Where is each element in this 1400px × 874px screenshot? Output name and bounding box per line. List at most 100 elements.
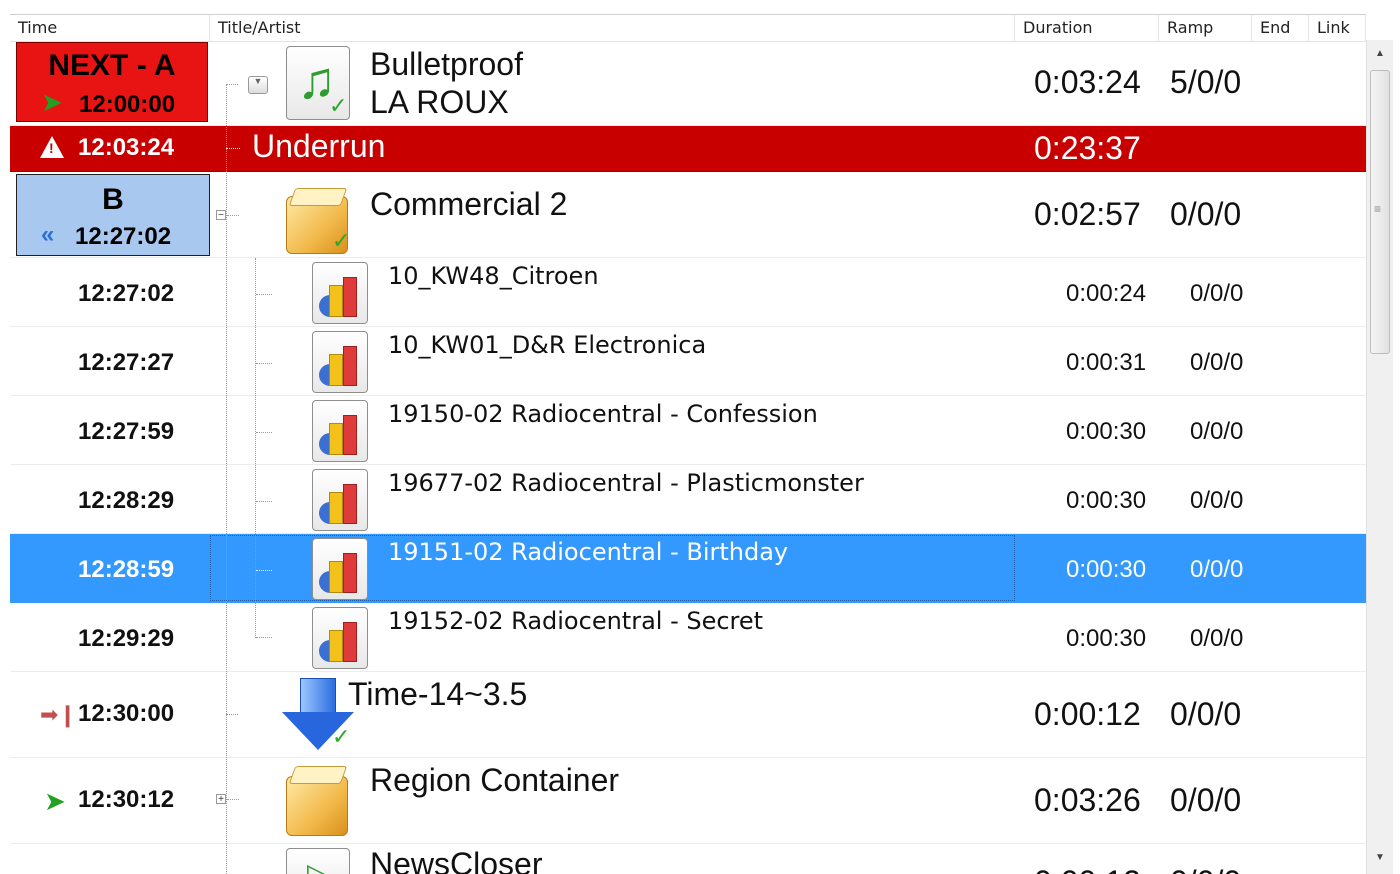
item-ramp: 0/0/0 [1190,556,1244,583]
list-item[interactable]: ▷ NewsCloser 0:00:12 0/0/0 [10,844,1366,874]
row-time: 12:03:24 [78,134,175,161]
row-time: 12:28:29 [78,487,175,514]
column-end[interactable]: End [1252,15,1309,41]
collapse-button[interactable]: ▼ [248,76,268,94]
marker-arrow-icon: ➡❙ [40,702,77,727]
row-time: 12:28:59 [78,556,175,583]
item-ramp: 0/0/0 [1190,487,1244,514]
commercial-icon [312,538,368,600]
table-row-selected[interactable]: 12:28:59 19151-02 Radiocentral - Birthda… [10,534,1366,603]
chevron-down-icon: ▼ [253,76,263,86]
table-row[interactable]: 12:27:59 19150-02 Radiocentral - Confess… [10,396,1366,465]
table-row[interactable]: 12:28:29 19677-02 Radiocentral - Plastic… [10,465,1366,534]
item-ramp: 0/0/0 [1190,418,1244,445]
list-item[interactable]: NEXT - A ➤ 12:00:00 ▼ ♫ ✓ Bulletproof LA… [10,40,1366,126]
column-header: Time Title/Artist Duration Ramp End Link [10,14,1366,42]
vertical-scrollbar[interactable]: ▲ ≡ ▼ [1366,40,1393,874]
item-title: 19152-02 Radiocentral - Secret [388,607,764,635]
scroll-down-icon[interactable]: ▼ [1375,852,1385,863]
next-badge: NEXT - A ➤ 12:00:00 [16,42,208,122]
item-duration: 0:00:30 [1066,418,1147,445]
row-time: 12:30:00 [78,700,175,727]
column-link[interactable]: Link [1309,15,1366,41]
grip-icon: ≡ [1374,202,1382,216]
item-ramp: 0/0/0 [1170,782,1242,818]
underrun-row[interactable]: ! 12:03:24 Underrun 0:23:37 [10,126,1366,172]
item-duration: 0:03:24 [1034,64,1141,100]
commercial-icon [312,469,368,531]
scroll-up-icon[interactable]: ▲ [1375,48,1385,59]
check-icon: ✓ [329,93,348,118]
item-ramp: 0/0/0 [1190,280,1244,307]
item-title: Bulletproof [370,46,523,82]
item-duration: 0:00:12 [1034,864,1141,874]
item-duration: 0:00:30 [1066,487,1147,514]
item-ramp: 0/0/0 [1190,349,1244,376]
playlist-grid: Time Title/Artist Duration Ramp End Link… [0,0,1400,874]
down-arrow-icon: ✓ [282,676,358,754]
list-item[interactable]: ➡❙ 12:30:00 ✓ Time-14~3.5 0:00:12 0/0/0 [10,672,1366,758]
commercial-icon [312,331,368,393]
box-icon [282,762,354,838]
list-item[interactable]: B « 12:27:02 − ✓ Commercial 2 0:02:57 0/… [10,172,1366,258]
music-note-icon: ♫ ✓ [286,46,350,120]
item-duration: 0:02:57 [1034,196,1141,232]
row-time: 12:30:12 [78,786,175,813]
collapse-button[interactable]: − [216,210,226,221]
b-badge-label: B [102,183,124,216]
item-ramp: 0/0/0 [1170,864,1241,874]
item-duration: 0:00:12 [1034,696,1141,732]
item-duration: 0:23:37 [1034,130,1141,166]
item-title: 19150-02 Radiocentral - Confession [388,400,818,428]
item-duration: 0:00:31 [1066,349,1147,376]
row-time: 12:27:02 [78,280,175,307]
table-row[interactable]: 12:27:02 10_KW48_Citroen 0:00:24 0/0/0 [10,258,1366,327]
next-badge-label: NEXT - A [48,49,176,82]
item-duration: 0:03:26 [1034,782,1141,818]
column-time[interactable]: Time [10,15,210,41]
play-arrow-icon: ➤ [44,786,66,816]
scrollbar-thumb[interactable]: ≡ [1370,70,1390,354]
item-artist: LA ROUX [370,84,509,120]
item-title: 19151-02 Radiocentral - Birthday [388,538,789,566]
item-title: Underrun [252,128,386,164]
item-ramp: 5/0/0 [1170,64,1242,100]
item-duration: 0:00:30 [1066,625,1147,652]
item-title: Time-14~3.5 [348,676,528,712]
column-title-artist[interactable]: Title/Artist [210,15,1015,41]
box-icon: ✓ [282,186,354,254]
list-item[interactable]: ➤ 12:30:12 + Region Container 0:03:26 0/… [10,758,1366,844]
item-title: NewsCloser [370,846,543,874]
item-title: 10_KW01_D&R Electronica [388,331,707,359]
play-icon: ▷ [286,848,350,874]
commercial-icon [312,400,368,462]
item-ramp: 0/0/0 [1170,196,1242,232]
expand-button[interactable]: + [216,794,226,805]
commercial-icon [312,607,368,669]
item-ramp: 0/0/0 [1190,625,1244,652]
check-icon: ✓ [332,228,351,253]
column-ramp[interactable]: Ramp [1159,15,1252,41]
row-time: 12:27:59 [78,418,175,445]
table-row[interactable]: 12:29:29 19152-02 Radiocentral - Secret … [10,603,1366,672]
row-time: 12:29:29 [78,625,175,652]
play-arrow-icon: ➤ [41,87,63,117]
item-title: 10_KW48_Citroen [388,262,599,290]
row-time: 12:27:02 [75,223,172,250]
item-title: Commercial 2 [370,186,568,222]
row-time: 12:27:27 [78,349,175,376]
item-ramp: 0/0/0 [1170,696,1242,732]
commercial-icon [312,262,368,324]
item-title: 19677-02 Radiocentral - Plasticmonster [388,469,864,497]
item-duration: 0:00:30 [1066,556,1147,583]
b-badge: B « 12:27:02 [16,174,210,256]
column-duration[interactable]: Duration [1015,15,1159,41]
item-title: Region Container [370,762,620,798]
tree-connector-children [255,258,256,638]
item-duration: 0:00:24 [1066,280,1147,307]
rewind-icon: « [41,221,55,248]
table-row[interactable]: 12:27:27 10_KW01_D&R Electronica 0:00:31… [10,327,1366,396]
check-icon: ✓ [332,724,351,749]
tree-connector [226,84,227,874]
row-time: 12:00:00 [79,91,176,118]
